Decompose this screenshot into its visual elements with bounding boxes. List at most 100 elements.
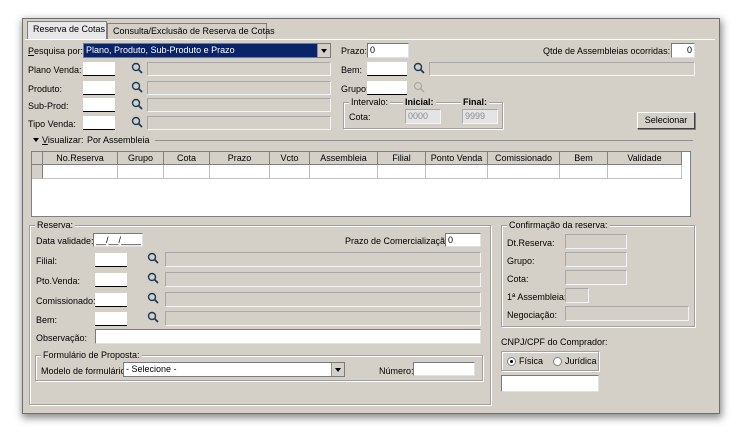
- modelo-formulario-select[interactable]: - Selecione -: [123, 362, 345, 377]
- grid-cell[interactable]: [560, 165, 608, 179]
- bem-desc: [429, 62, 695, 76]
- pto-venda-input[interactable]: [95, 273, 127, 287]
- produto-label: Produto:: [28, 84, 63, 94]
- grid-header[interactable]: Filial: [378, 152, 426, 165]
- inicial-input[interactable]: 0000: [405, 109, 441, 124]
- final-input[interactable]: 9999: [462, 109, 498, 124]
- grid-cell[interactable]: [164, 165, 210, 179]
- grid-header[interactable]: Ponto Venda: [426, 152, 488, 165]
- search-icon[interactable]: [147, 252, 159, 264]
- grid-row-header: [32, 152, 43, 165]
- plano-venda-desc: [147, 62, 331, 76]
- collapse-arrow-icon[interactable]: [33, 138, 39, 142]
- tipo-venda-label: Tipo Venda:: [28, 119, 76, 129]
- search-icon[interactable]: [147, 292, 159, 304]
- pto-venda-desc: [165, 272, 481, 287]
- grupo-input[interactable]: [367, 81, 407, 95]
- final-label: Final:: [461, 97, 489, 108]
- reserva-bem-input[interactable]: [95, 312, 127, 326]
- grid-cell[interactable]: [270, 165, 310, 179]
- filial-input[interactable]: [95, 253, 127, 267]
- sub-prod-input[interactable]: [83, 98, 115, 112]
- grid-header[interactable]: Assembleia: [310, 152, 378, 165]
- plano-venda-input[interactable]: [83, 62, 115, 76]
- grid-header[interactable]: Comissionado: [488, 152, 560, 165]
- negociacao-label: Negociação:: [507, 310, 558, 320]
- dt-reserva-field: [565, 234, 627, 249]
- modelo-formulario-label: Modelo de formulário:: [41, 366, 129, 376]
- grid-row-indicator[interactable]: [32, 165, 43, 179]
- tab-label: Reserva de Cotas: [33, 24, 106, 34]
- tipo-venda-desc: [147, 116, 331, 130]
- numero-input[interactable]: [413, 362, 475, 376]
- bem-input[interactable]: [367, 62, 407, 76]
- divider: [155, 140, 693, 141]
- grid-header[interactable]: Grupo: [118, 152, 164, 165]
- search-icon[interactable]: [147, 272, 159, 284]
- comissionado-input[interactable]: [95, 293, 127, 307]
- cnpj-cpf-input[interactable]: [501, 375, 599, 392]
- produto-input[interactable]: [83, 81, 115, 95]
- prazo-comercializacao-input[interactable]: 0: [445, 233, 481, 247]
- grid-header[interactable]: Vcto: [270, 152, 310, 165]
- data-validade-input[interactable]: __/__/____: [93, 233, 143, 247]
- selecionar-button[interactable]: Selecionar: [637, 112, 695, 129]
- observacao-input[interactable]: [95, 329, 481, 344]
- chevron-down-icon[interactable]: [317, 44, 330, 57]
- data-validade-label: Data validade:: [36, 236, 94, 246]
- grid-cell[interactable]: [118, 165, 164, 179]
- dt-reserva-label: Dt.Reserva:: [507, 238, 555, 248]
- grid-header[interactable]: Prazo: [210, 152, 270, 165]
- grid-cell[interactable]: [210, 165, 270, 179]
- search-icon[interactable]: [131, 62, 143, 74]
- pesquisa-select[interactable]: Plano, Produto, Sub-Produto e Prazo: [83, 43, 331, 58]
- negociacao-field: [565, 306, 689, 321]
- comissionado-desc: [165, 292, 481, 307]
- tab-reserva-de-cotas[interactable]: Reserva de Cotas: [27, 21, 107, 39]
- primeira-assembleia-field: [565, 288, 589, 303]
- radio-fisica[interactable]: [507, 357, 516, 366]
- prazo-label: Prazo:: [341, 46, 368, 56]
- formulario-title: Formulário de Proposta:: [41, 350, 142, 361]
- search-icon[interactable]: [147, 311, 159, 323]
- juridica-label[interactable]: Jurídica: [565, 356, 597, 367]
- filial-label: Filial:: [36, 256, 58, 266]
- grid-cell[interactable]: [43, 165, 118, 179]
- tipo-venda-input[interactable]: [83, 116, 115, 130]
- search-icon[interactable]: [131, 81, 143, 93]
- reserva-title: Reserva:: [35, 220, 76, 231]
- reservas-grid: No.Reserva Grupo Cota Prazo Vcto Assembl…: [31, 151, 691, 217]
- conf-grupo-label: Grupo:: [507, 256, 535, 266]
- radio-juridica[interactable]: [553, 357, 562, 366]
- reserva-bem-desc: [165, 311, 481, 326]
- pesquisa-label: Pesquisa por:: [28, 46, 84, 56]
- sub-prod-desc: [147, 98, 331, 112]
- qtde-assembleias-label: Qtde de Assembleias ocorridas:: [543, 46, 671, 56]
- grid-cell[interactable]: [426, 165, 488, 179]
- grid-cell[interactable]: [310, 165, 378, 179]
- qtde-assembleias-input[interactable]: 0: [671, 43, 695, 58]
- grid-cell[interactable]: [378, 165, 426, 179]
- modelo-formulario-value: - Selecione -: [126, 364, 177, 374]
- search-icon[interactable]: [413, 62, 425, 74]
- produto-desc: [147, 81, 331, 95]
- tab-consulta-exclusao[interactable]: Consulta/Exclusão de Reserva de Cotas: [107, 23, 275, 39]
- prazo-comercializacao-label: Prazo de Comercialização:: [345, 236, 453, 246]
- fisica-label[interactable]: Física: [519, 356, 543, 367]
- grid-cell[interactable]: [488, 165, 560, 179]
- chevron-down-icon[interactable]: [331, 363, 344, 376]
- visualizar-value[interactable]: Por Assembleia: [87, 135, 150, 146]
- grupo-label: Grupo:: [341, 84, 369, 94]
- grid-header[interactable]: Bem: [560, 152, 608, 165]
- conf-cota-label: Cota:: [507, 274, 529, 284]
- search-icon[interactable]: [131, 98, 143, 110]
- search-icon[interactable]: [131, 116, 143, 128]
- grid-header[interactable]: No.Reserva: [43, 152, 118, 165]
- observacao-label: Observação:: [36, 333, 88, 343]
- grid-header[interactable]: Validade: [608, 152, 682, 165]
- plano-venda-label: Plano Venda:: [28, 65, 82, 75]
- reserva-bem-label: Bem:: [36, 315, 58, 325]
- prazo-input[interactable]: 0: [367, 43, 409, 58]
- grid-cell[interactable]: [608, 165, 682, 179]
- grid-header[interactable]: Cota: [164, 152, 210, 165]
